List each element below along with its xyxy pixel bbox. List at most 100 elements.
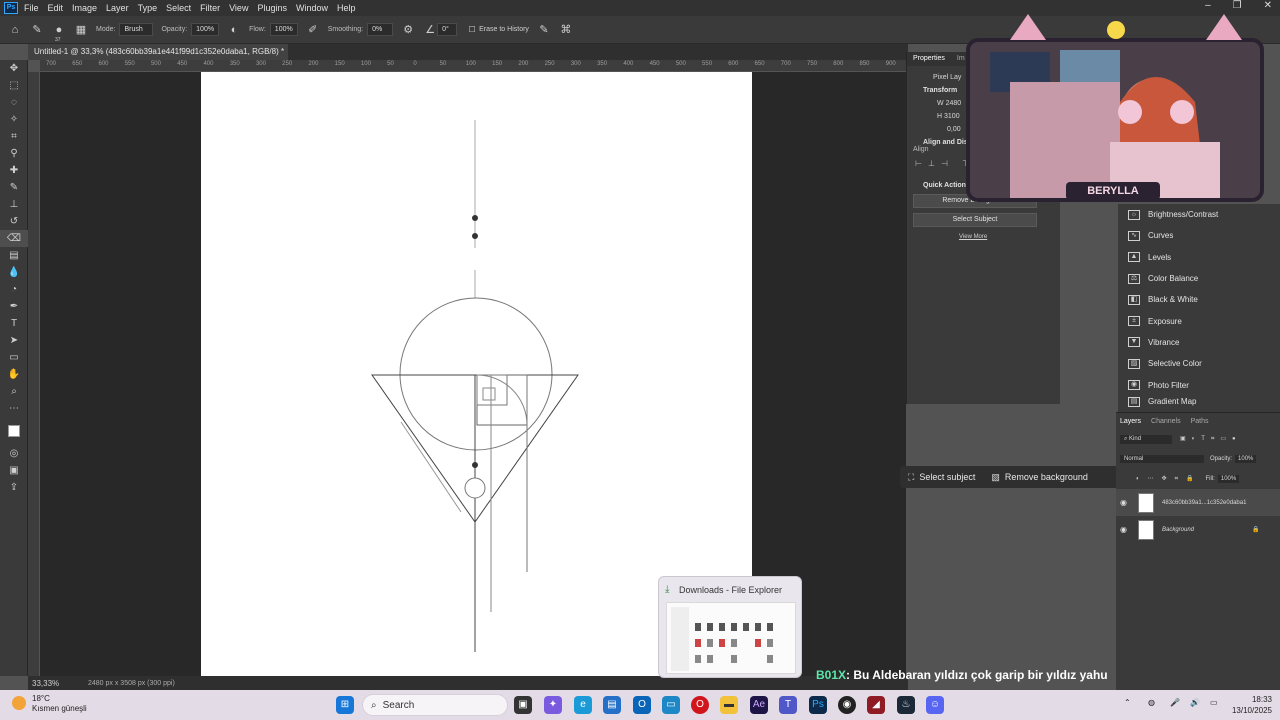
remote-desktop-icon[interactable]: ▭ (662, 696, 680, 714)
color-swatches-icon[interactable] (0, 417, 28, 445)
menu-filter[interactable]: Filter (200, 3, 220, 13)
document-tab[interactable]: Untitled-1 @ 33,3% (483c60bb39a1e441f99d… (28, 44, 288, 72)
after-effects-icon[interactable]: Ae (750, 696, 768, 714)
gear-icon[interactable]: ⚙ (401, 23, 415, 37)
tab-paths[interactable]: Paths (1191, 418, 1209, 425)
tab-layers[interactable]: Layers (1120, 418, 1141, 425)
menu-plugins[interactable]: Plugins (257, 3, 287, 13)
eraser-tool-icon[interactable]: ✎ (30, 23, 44, 37)
erase-history-checkbox[interactable]: ☐ (465, 23, 479, 37)
photoshop-taskbar-icon[interactable]: Ps (809, 696, 827, 714)
layer-filter-icons[interactable]: ▣◐T⌗▭● (1180, 435, 1242, 443)
app-red-icon[interactable]: ◢ (867, 696, 885, 714)
brush-tool-icon[interactable]: ✎ (0, 179, 28, 196)
adj-gradient-map[interactable]: ▤ Gradient Map (1118, 396, 1280, 408)
volume-icon[interactable]: 🔊 (1190, 698, 1200, 707)
select-subject-button[interactable]: Select Subject (913, 213, 1037, 227)
gradient-tool-icon[interactable]: ▤ (0, 247, 28, 264)
share-icon[interactable]: ⇪ (0, 479, 28, 496)
weather-widget[interactable]: 18°C Kısmen güneşli (10, 692, 120, 718)
menu-select[interactable]: Select (166, 3, 191, 13)
brush-settings-icon[interactable]: ▦ (74, 23, 88, 37)
battery-icon[interactable]: ▭ (1210, 698, 1218, 707)
airbrush-icon[interactable]: ✐ (306, 23, 320, 37)
tab-properties[interactable]: Properties (907, 52, 951, 66)
layer-row[interactable]: ◉ 483c60bb39a1...1c352e0daba1 (1116, 489, 1280, 516)
flow-input[interactable]: 100% (269, 23, 298, 36)
blend-mode-select[interactable]: Normal (1120, 455, 1204, 463)
copilot-icon[interactable]: ✦ (544, 696, 562, 714)
minimize-icon[interactable]: – (1205, 0, 1211, 11)
menu-image[interactable]: Image (72, 3, 97, 13)
adj-vibrance[interactable]: ▼ Vibrance (1118, 332, 1280, 353)
tray-overflow-icon[interactable]: ⌃ (1124, 698, 1131, 707)
adj-black-white[interactable]: ◧ Black & White (1118, 289, 1280, 310)
magic-wand-tool-icon[interactable]: ✧ (0, 111, 28, 128)
maximize-icon[interactable]: ❐ (1233, 0, 1242, 11)
quick-mask-icon[interactable]: ◎ (0, 445, 28, 462)
smoothing-input[interactable]: 0% (367, 23, 394, 36)
menu-view[interactable]: View (229, 3, 248, 13)
angle-input[interactable]: 0° (437, 23, 458, 36)
network-icon[interactable]: ◍ (1148, 698, 1155, 707)
taskbar-search[interactable]: ⌕ Search (362, 694, 508, 716)
opera-browser-icon[interactable]: O (691, 696, 709, 714)
shape-tool-icon[interactable]: ▭ (0, 349, 28, 366)
adj-curves[interactable]: ∿ Curves (1118, 225, 1280, 246)
brush-preset-icon[interactable]: ● 37 (52, 23, 66, 43)
screen-mode-icon[interactable]: ▣ (0, 462, 28, 479)
eye-icon[interactable]: ◉ (1120, 525, 1130, 534)
system-clock[interactable]: 18:33 13/10/2025 (1232, 694, 1272, 716)
eraser-tool-icon[interactable]: ⌫ (0, 230, 28, 247)
discord-icon[interactable]: ☺ (926, 696, 944, 714)
zoom-tool-icon[interactable]: ⌕ (0, 383, 28, 400)
mode-select[interactable]: Brush (119, 23, 154, 36)
blur-tool-icon[interactable]: 💧 (0, 264, 28, 281)
obs-studio-icon[interactable]: ◉ (838, 696, 856, 714)
history-brush-tool-icon[interactable]: ↺ (0, 213, 28, 230)
menu-layer[interactable]: Layer (106, 3, 129, 13)
pressure-size-icon[interactable]: ✎ (537, 23, 551, 37)
symmetry-icon[interactable]: ⌘ (559, 23, 573, 37)
menu-file[interactable]: File (24, 3, 39, 13)
menu-window[interactable]: Window (296, 3, 328, 13)
crop-tool-icon[interactable]: ⌗ (0, 128, 28, 145)
layer-opacity-input[interactable]: 100% (1235, 455, 1257, 463)
adj-photo-filter[interactable]: ◉ Photo Filter (1118, 374, 1280, 395)
eye-icon[interactable]: ◉ (1120, 498, 1130, 507)
layer-row[interactable]: ◉ Background 🔒 (1116, 516, 1280, 543)
home-icon[interactable]: ⌂ (8, 23, 22, 37)
task-view-icon[interactable]: ▣ (514, 696, 532, 714)
outlook-icon[interactable]: O (633, 696, 651, 714)
tab-channels[interactable]: Channels (1151, 418, 1181, 425)
more-tools-icon[interactable]: ⋯ (0, 400, 28, 417)
menu-type[interactable]: Type (138, 3, 158, 13)
dodge-tool-icon[interactable]: ◔ (0, 281, 28, 298)
lock-icons[interactable]: ◐⋯✥⌗🔒 (1136, 475, 1202, 483)
close-icon[interactable]: ✕ (1264, 0, 1272, 11)
microphone-icon[interactable]: 🎤 (1170, 698, 1180, 707)
steam-icon[interactable]: ♨ (897, 696, 915, 714)
healing-brush-tool-icon[interactable]: ✚ (0, 162, 28, 179)
layer-fill-input[interactable]: 100% (1217, 475, 1240, 483)
file-explorer-icon[interactable]: ▬ (720, 696, 738, 714)
file-explorer-preview[interactable]: ⤓ Downloads - File Explorer (658, 576, 802, 678)
pressure-opacity-icon[interactable]: ◐ (227, 23, 241, 37)
stamp-tool-icon[interactable]: ⊥ (0, 196, 28, 213)
menu-help[interactable]: Help (337, 3, 356, 13)
filter-kind-select[interactable]: ⌕ Kind (1120, 434, 1172, 444)
type-tool-icon[interactable]: T (0, 315, 28, 332)
pen-tool-icon[interactable]: ✒ (0, 298, 28, 315)
adj-brightness-contrast[interactable]: ☼ Brightness/Contrast (1118, 204, 1280, 225)
adj-levels[interactable]: ▲ Levels (1118, 247, 1280, 268)
start-menu-icon[interactable]: ⊞ (336, 696, 354, 714)
menu-edit[interactable]: Edit (48, 3, 64, 13)
context-remove-background-button[interactable]: ▧ Remove background (983, 472, 1096, 483)
opacity-input[interactable]: 100% (191, 23, 220, 36)
view-more-link[interactable]: View More (959, 234, 1060, 240)
microsoft-store-icon[interactable]: ▤ (603, 696, 621, 714)
path-selection-tool-icon[interactable]: ➤ (0, 332, 28, 349)
lasso-tool-icon[interactable]: ◌ (0, 94, 28, 111)
adj-exposure[interactable]: ± Exposure (1118, 310, 1280, 331)
teams-icon[interactable]: T (779, 696, 797, 714)
